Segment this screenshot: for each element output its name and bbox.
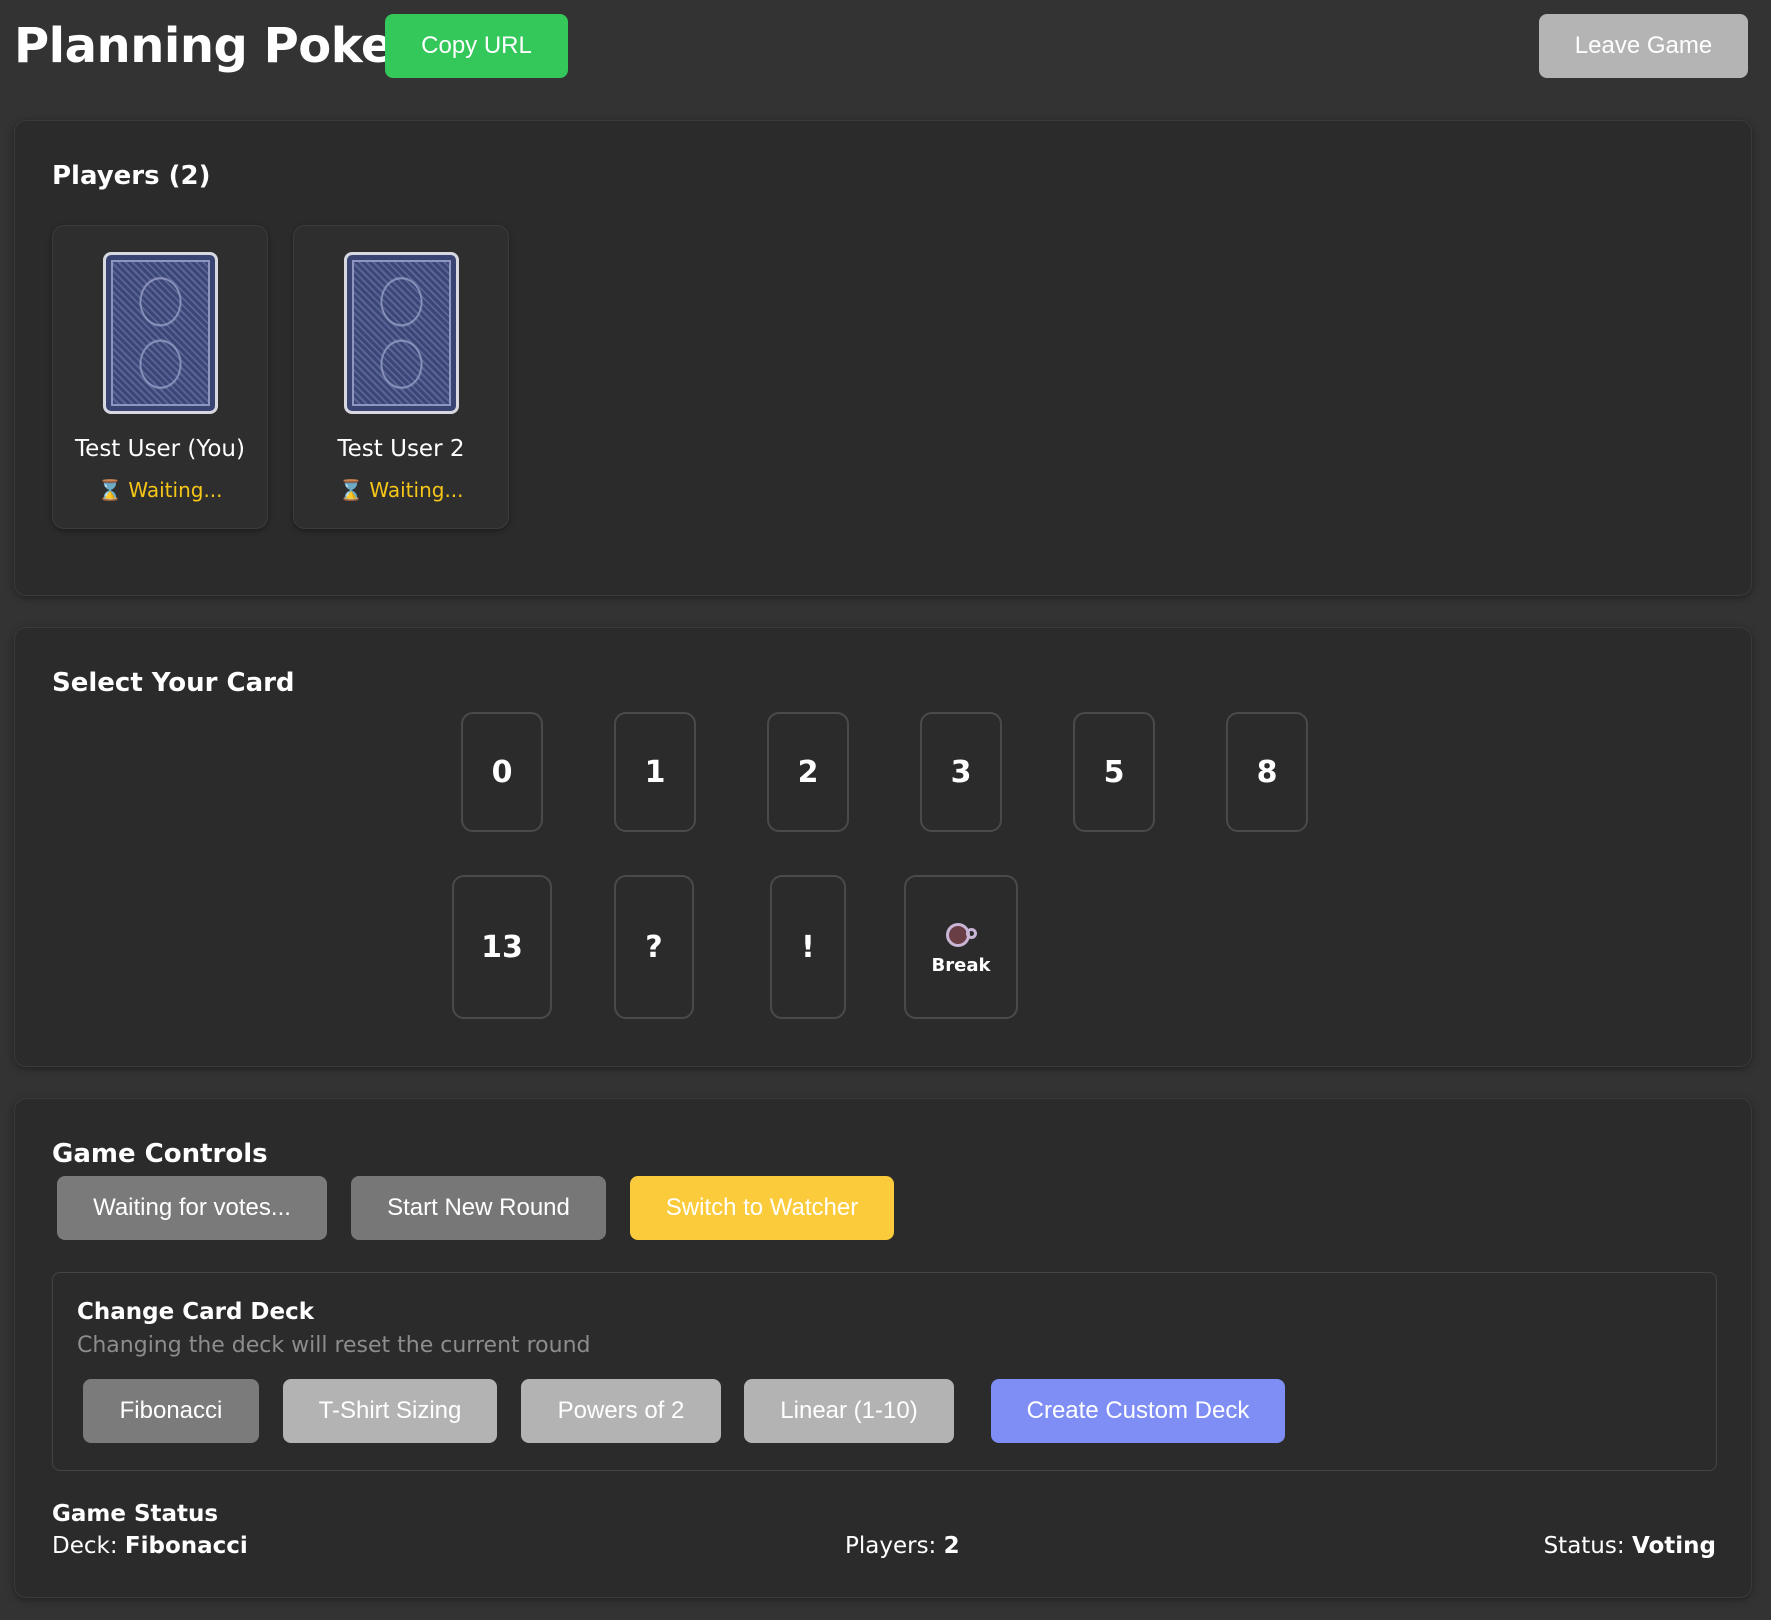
player-name: Test User (You) <box>75 436 245 462</box>
card-back-image <box>344 252 459 414</box>
deck-powers-of-2-button[interactable]: Powers of 2 <box>521 1379 721 1443</box>
vote-card-0[interactable]: 0 <box>461 712 543 832</box>
deck-linear-button[interactable]: Linear (1-10) <box>744 1379 954 1443</box>
hourglass-icon: ⌛ <box>338 478 364 502</box>
waiting-for-votes-button[interactable]: Waiting for votes... <box>57 1176 327 1240</box>
player-status-text: Waiting... <box>128 478 223 502</box>
game-status-heading: Game Status <box>52 1501 219 1527</box>
status-state-label: Status: <box>1543 1533 1625 1559</box>
player-card: Test User (You) ⌛ Waiting... <box>52 225 268 529</box>
switch-to-watcher-button[interactable]: Switch to Watcher <box>630 1176 894 1240</box>
status-state-value: Voting <box>1631 1533 1716 1559</box>
break-label: Break <box>931 954 991 976</box>
vote-card-8[interactable]: 8 <box>1226 712 1308 832</box>
status-players: Players: 2 <box>845 1533 960 1559</box>
vote-card-break[interactable]: Break <box>904 875 1018 1019</box>
status-players-label: Players: <box>845 1533 937 1559</box>
vote-card-3[interactable]: 3 <box>920 712 1002 832</box>
player-status: ⌛ Waiting... <box>294 478 508 502</box>
vote-card-exclamation[interactable]: ! <box>770 875 846 1019</box>
card-back-image <box>103 252 218 414</box>
change-deck-heading: Change Card Deck <box>77 1299 315 1325</box>
page-title: Planning Poker <box>14 18 417 74</box>
change-deck-section: Change Card Deck Changing the deck will … <box>52 1272 1717 1471</box>
vote-card-5[interactable]: 5 <box>1073 712 1155 832</box>
deck-fibonacci-button[interactable]: Fibonacci <box>83 1379 259 1443</box>
leave-game-button[interactable]: Leave Game <box>1539 14 1748 78</box>
status-state: Status: Voting <box>1544 1533 1716 1559</box>
players-heading: Players (2) <box>52 161 211 191</box>
vote-card-2[interactable]: 2 <box>767 712 849 832</box>
select-card-panel: Select Your Card 0 1 2 3 5 8 13 ? ! Brea… <box>14 627 1752 1067</box>
game-controls-heading: Game Controls <box>52 1139 268 1169</box>
copy-url-button[interactable]: Copy URL <box>385 14 568 78</box>
player-status: ⌛ Waiting... <box>53 478 267 502</box>
change-deck-hint: Changing the deck will reset the current… <box>77 1333 591 1358</box>
game-controls-panel: Game Controls Waiting for votes... Start… <box>14 1098 1752 1598</box>
deck-tshirt-button[interactable]: T-Shirt Sizing <box>283 1379 497 1443</box>
select-card-heading: Select Your Card <box>52 668 295 698</box>
status-deck-label: Deck: <box>52 1533 118 1559</box>
hourglass-icon: ⌛ <box>97 478 123 502</box>
players-panel: Players (2) Test User (You) ⌛ Waiting... … <box>14 120 1752 596</box>
status-deck-value: Fibonacci <box>124 1533 248 1559</box>
player-card: Test User 2 ⌛ Waiting... <box>293 225 509 529</box>
status-players-value: 2 <box>943 1533 960 1559</box>
create-custom-deck-button[interactable]: Create Custom Deck <box>991 1379 1285 1443</box>
player-status-text: Waiting... <box>369 478 464 502</box>
coffee-cup-icon <box>944 919 978 949</box>
status-deck: Deck: Fibonacci <box>52 1533 248 1559</box>
vote-card-1[interactable]: 1 <box>614 712 696 832</box>
vote-card-question[interactable]: ? <box>614 875 694 1019</box>
player-name: Test User 2 <box>337 436 465 462</box>
vote-card-13[interactable]: 13 <box>452 875 552 1019</box>
start-new-round-button[interactable]: Start New Round <box>351 1176 606 1240</box>
